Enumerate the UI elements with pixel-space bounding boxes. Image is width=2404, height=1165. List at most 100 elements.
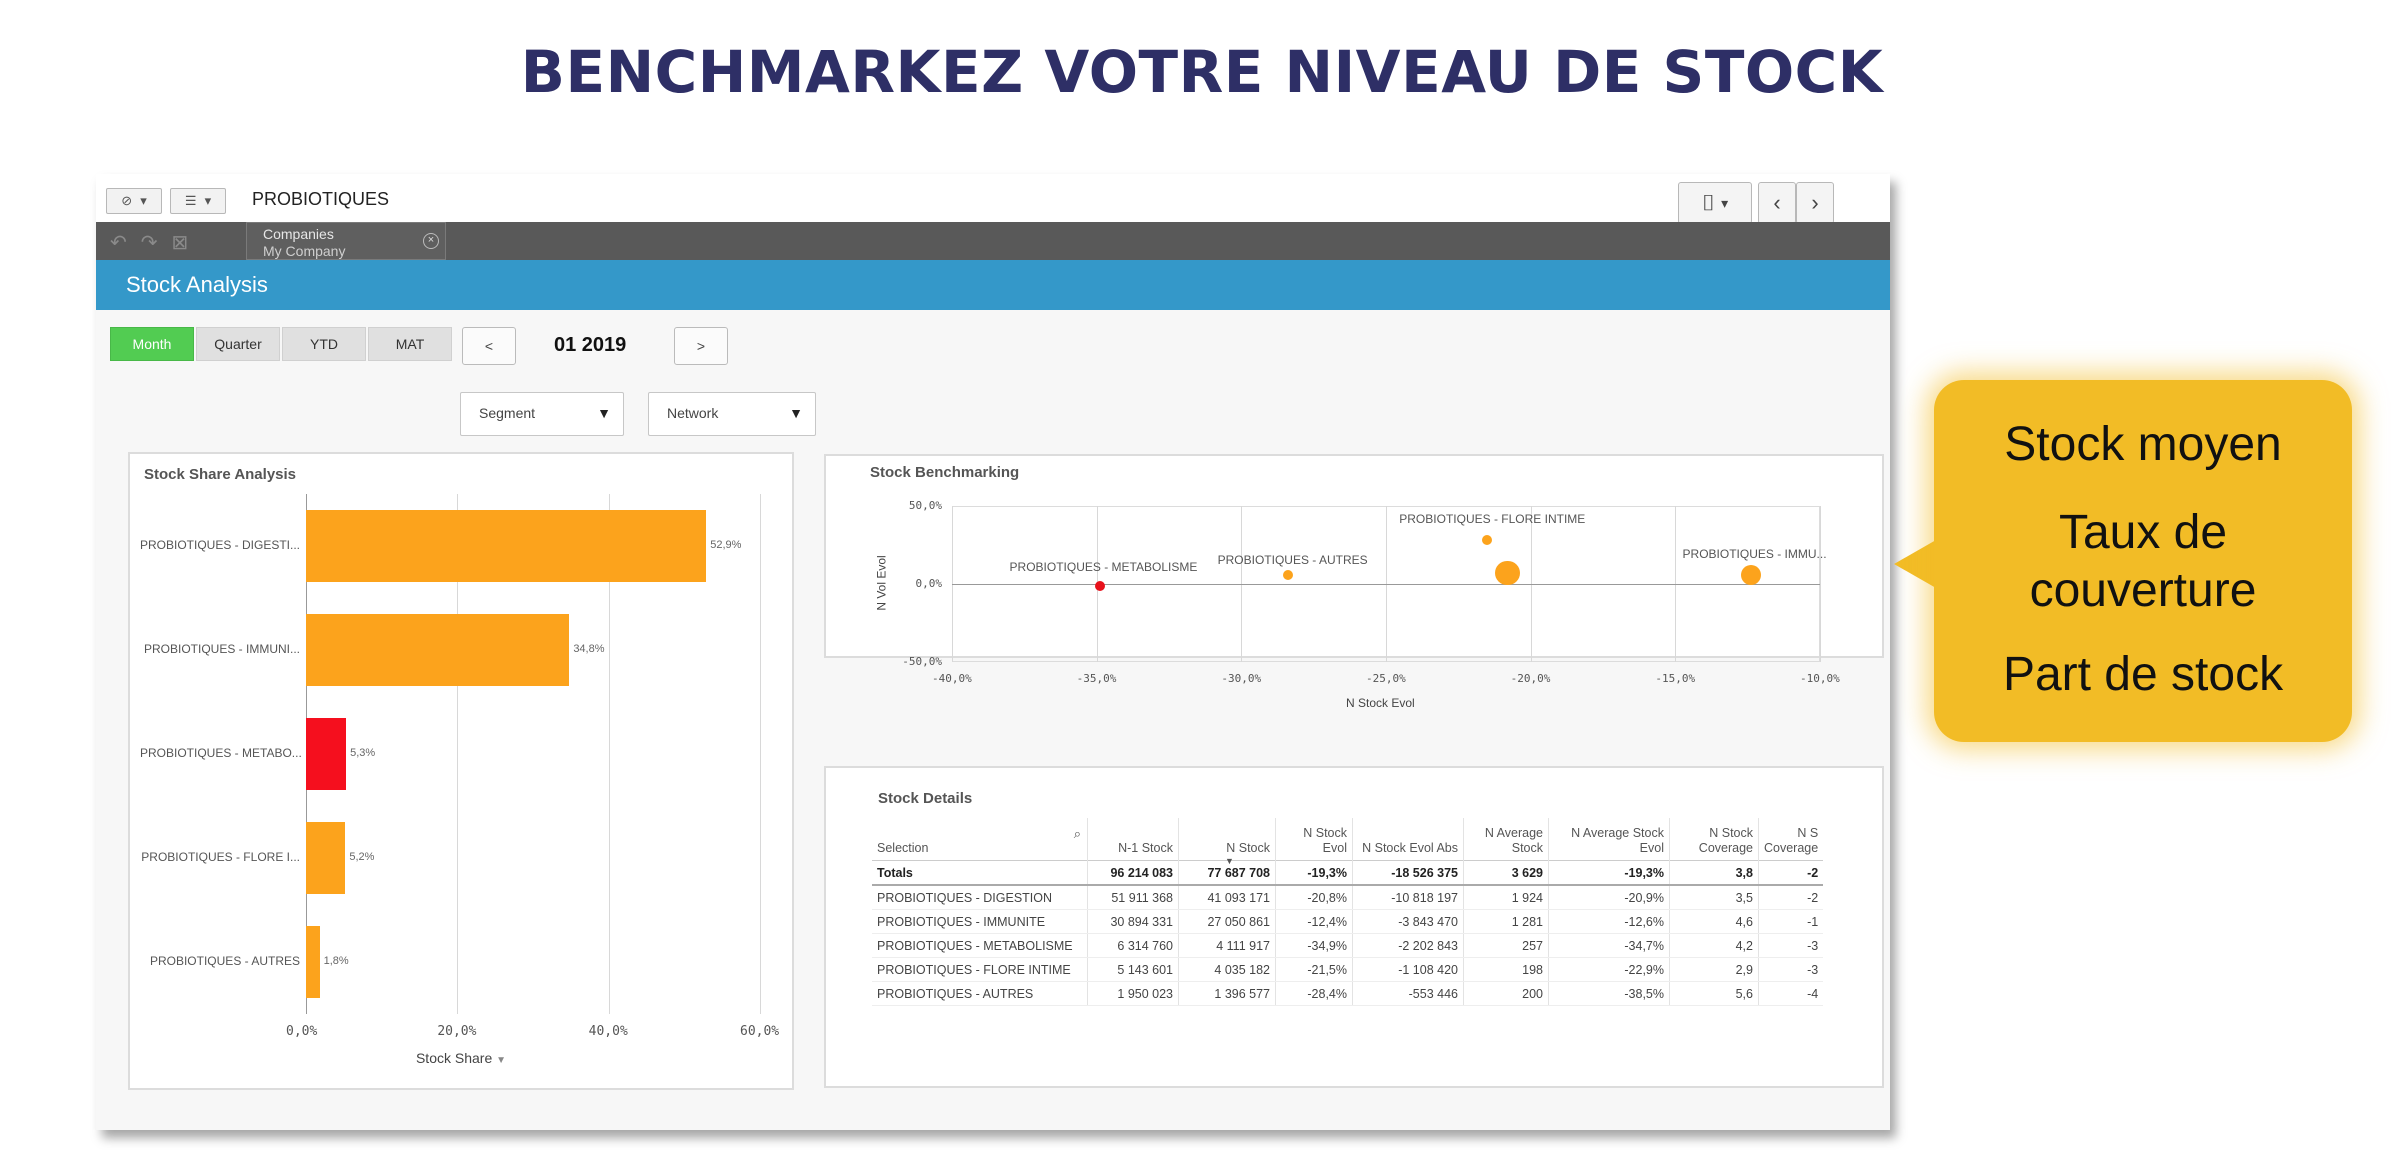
chevron-left-icon: ‹ bbox=[1773, 190, 1781, 215]
selection-tools: ↶↷⊠ bbox=[110, 230, 202, 255]
table-cell: 30 894 331 bbox=[1087, 909, 1179, 934]
chevron-right-icon: › bbox=[1811, 190, 1819, 215]
scatter-point[interactable] bbox=[1282, 569, 1293, 580]
stock-share-panel: Stock Share Analysis 0,0% 20,0% 40,0% 60,0%… bbox=[128, 452, 794, 1090]
bar-value-label: 52,9% bbox=[710, 539, 742, 551]
x-tick-label: -25,0% bbox=[1366, 672, 1406, 685]
bar[interactable] bbox=[306, 613, 570, 687]
callout-line: couverture bbox=[2029, 564, 2257, 617]
table-cell: -28,4% bbox=[1275, 981, 1353, 1006]
column-header[interactable]: N Stock Coverage bbox=[1669, 818, 1759, 861]
step-back-icon[interactable]: ↶ bbox=[110, 232, 141, 254]
x-tick-label: -30,0% bbox=[1221, 672, 1262, 685]
table-cell: -34,7% bbox=[1548, 933, 1670, 958]
y-tick-label: 0,0% bbox=[915, 577, 943, 590]
x-tick-label: 60,0% bbox=[740, 1024, 780, 1039]
y-tick-label: 50,0% bbox=[908, 499, 942, 512]
network-dropdown-label: Network bbox=[667, 405, 719, 421]
column-header-sorted[interactable]: N Stock ▼ bbox=[1178, 818, 1276, 866]
column-header[interactable]: N Average Stock bbox=[1463, 818, 1549, 861]
table-header-row: Selection ⌕ N-1 Stock N Stock ▼ N Stock … bbox=[872, 818, 1824, 866]
close-icon[interactable]: × bbox=[423, 233, 439, 249]
scatter-point[interactable] bbox=[1094, 580, 1105, 591]
category-label[interactable]: PROBIOTIQUES - FLORE I... bbox=[140, 850, 300, 864]
period-button-ytd[interactable]: YTD bbox=[282, 327, 366, 361]
table-cell: Totals bbox=[872, 860, 1088, 886]
table-cell: -3 bbox=[1758, 933, 1824, 958]
table-cell: -4 bbox=[1758, 981, 1824, 1006]
table-cell: 41 093 171 bbox=[1178, 885, 1276, 910]
column-header[interactable]: N S Coverage bbox=[1759, 818, 1824, 861]
callout-line: Part de stock bbox=[2002, 648, 2284, 701]
page-title: BENCHMARKEZ VOTRE NIVEAU DE STOCK bbox=[520, 38, 1884, 106]
bar-value-label: 5,3% bbox=[350, 747, 376, 759]
category-label[interactable]: PROBIOTIQUES - IMMUNI... bbox=[140, 642, 300, 656]
selection-value: My Company bbox=[263, 243, 346, 259]
period-button-quarter[interactable]: Quarter bbox=[196, 327, 280, 361]
current-period: 01 2019 bbox=[554, 334, 627, 356]
segment-dropdown-label: Segment bbox=[479, 405, 536, 421]
column-header[interactable]: N Average Stock Evol bbox=[1548, 818, 1670, 861]
table-row[interactable]: PROBIOTIQUES - DIGESTION 51 911 368 41 093… bbox=[872, 885, 1824, 910]
navigation-menu-button[interactable]: ⊘ ▾ bbox=[106, 188, 162, 214]
stock-details-panel: Stock Details Selection ⌕ N-1 Stock N St… bbox=[824, 766, 1884, 1088]
bar-value-label: 1,8% bbox=[323, 955, 349, 967]
table-row[interactable]: PROBIOTIQUES - FLORE INTIME 5 143 601 4 03… bbox=[872, 957, 1824, 982]
step-forward-icon[interactable]: ↷ bbox=[141, 232, 172, 254]
column-header[interactable]: N Stock Evol bbox=[1275, 818, 1353, 861]
gridline bbox=[1820, 506, 1821, 662]
category-label[interactable]: PROBIOTIQUES - AUTRES bbox=[140, 954, 300, 968]
caret-down-icon: ▾ bbox=[204, 193, 212, 208]
caret-down-icon: ▾ bbox=[1721, 194, 1729, 211]
selection-chip[interactable]: Companies My Company × bbox=[246, 222, 446, 260]
column-header[interactable]: N Stock Evol Abs bbox=[1352, 818, 1464, 861]
bar[interactable] bbox=[306, 925, 320, 999]
gridline bbox=[760, 494, 761, 1014]
table-cell: -12,6% bbox=[1548, 909, 1670, 934]
y-tick-label: -50,0% bbox=[902, 655, 942, 668]
list-menu-button[interactable]: ☰ ▾ bbox=[170, 188, 226, 214]
previous-period-button[interactable]: < bbox=[462, 327, 516, 365]
x-tick-label: -40,0% bbox=[932, 672, 972, 685]
bookmark-button[interactable]: ⌷ ▾ bbox=[1678, 182, 1752, 224]
table-cell: 1 950 023 bbox=[1087, 981, 1179, 1006]
bookmark-icon: ⌷ bbox=[1701, 190, 1716, 215]
period-button-mat[interactable]: MAT bbox=[368, 327, 452, 361]
scatter-point[interactable] bbox=[1740, 564, 1761, 585]
period-button-month[interactable]: Month bbox=[110, 327, 194, 361]
table-cell: -2 bbox=[1758, 860, 1824, 886]
callout-pointer bbox=[1894, 540, 1936, 588]
next-period-button[interactable]: > bbox=[674, 327, 728, 365]
x-axis-label[interactable]: Stock Share ▼ bbox=[130, 1050, 792, 1066]
table-row[interactable]: PROBIOTIQUES - IMMUNITE 30 894 331 27 050 … bbox=[872, 909, 1824, 934]
table-cell: -2 202 843 bbox=[1352, 933, 1464, 958]
table-cell: PROBIOTIQUES - AUTRES bbox=[872, 981, 1088, 1006]
forward-button[interactable]: › bbox=[1796, 182, 1834, 224]
x-tick-label: -10,0% bbox=[1800, 672, 1840, 685]
clear-all-icon[interactable]: ⊠ bbox=[172, 232, 203, 254]
back-button[interactable]: ‹ bbox=[1758, 182, 1796, 224]
totals-row[interactable]: Totals 96 214 083 77 687 708 -19,3% -18 526 … bbox=[872, 860, 1824, 886]
column-header-selection[interactable]: Selection ⌕ bbox=[872, 818, 1088, 861]
table-cell: PROBIOTIQUES - DIGESTION bbox=[872, 885, 1088, 910]
bar[interactable] bbox=[306, 821, 346, 895]
table-cell: -22,9% bbox=[1548, 957, 1670, 982]
network-dropdown[interactable]: Network ▼ bbox=[648, 392, 816, 436]
x-tick-label: 0,0% bbox=[286, 1024, 318, 1039]
caret-down-icon: ▼ bbox=[789, 405, 803, 421]
table-row[interactable]: PROBIOTIQUES - AUTRES 1 950 023 1 396 577-… bbox=[872, 981, 1824, 1006]
search-icon[interactable]: ⌕ bbox=[1074, 826, 1081, 841]
table-row[interactable]: PROBIOTIQUES - METABOLISME 6 314 760 4 111… bbox=[872, 933, 1824, 958]
list-icon: ☰ bbox=[184, 193, 197, 208]
bar[interactable] bbox=[306, 717, 347, 791]
table-cell: 2,9 bbox=[1669, 957, 1759, 982]
column-header[interactable]: N-1 Stock bbox=[1087, 818, 1179, 861]
table-cell: 4,6 bbox=[1669, 909, 1759, 934]
segment-dropdown[interactable]: Segment ▼ bbox=[460, 392, 624, 436]
category-label[interactable]: PROBIOTIQUES - DIGESTI... bbox=[140, 538, 300, 552]
table-cell: 3,8 bbox=[1669, 860, 1759, 886]
scatter-point[interactable] bbox=[1495, 560, 1520, 586]
table-cell: -553 446 bbox=[1352, 981, 1464, 1006]
bar[interactable] bbox=[306, 509, 707, 583]
category-label[interactable]: PROBIOTIQUES - METABO... bbox=[140, 746, 302, 760]
